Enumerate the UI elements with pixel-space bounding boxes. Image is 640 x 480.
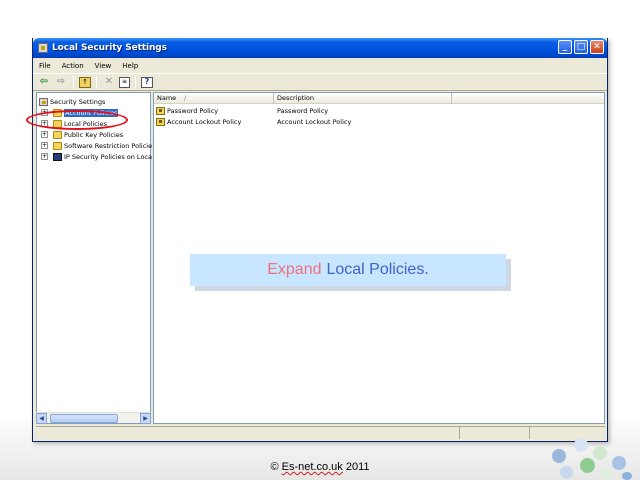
column-header-name[interactable]: Name / [154, 93, 274, 104]
scroll-right-icon[interactable]: ▶ [140, 412, 151, 424]
delete-icon[interactable]: ✕ [102, 75, 116, 89]
maximize-button[interactable]: □ [574, 40, 588, 54]
console-tree: Security Settings + Account Policies + L… [36, 92, 152, 424]
bubble-decoration [622, 472, 632, 480]
bubble-decoration [580, 458, 595, 473]
column-header-name-label: Name [157, 94, 177, 102]
menu-file[interactable]: File [39, 62, 51, 70]
toolbar-separator [96, 75, 97, 89]
forward-icon[interactable]: ⇨ [54, 75, 68, 89]
expand-icon[interactable]: + [41, 131, 48, 138]
menu-help[interactable]: Help [122, 62, 138, 70]
column-header-description[interactable]: Description [274, 93, 452, 104]
status-bar [36, 426, 605, 439]
tree-item-label: Software Restriction Policie [64, 141, 153, 150]
scroll-thumb[interactable] [50, 413, 118, 423]
tree-horizontal-scrollbar[interactable]: ◀ ▶ [36, 412, 151, 424]
list-item-description: Account Lockout Policy [277, 117, 352, 126]
bubble-decoration [593, 446, 607, 460]
sort-indicator: / [184, 94, 187, 102]
toolbar-separator [73, 75, 74, 89]
up-folder-icon[interactable]: ↑ [79, 76, 91, 88]
expand-icon[interactable]: + [41, 142, 48, 149]
tree-item-ip-security[interactable]: + IP Security Policies on Loca [41, 151, 152, 162]
ip-security-icon [53, 152, 62, 161]
local-security-settings-window: Local Security Settings _ □ ✕ File Actio… [32, 38, 608, 442]
tree-root[interactable]: Security Settings [39, 96, 105, 107]
tree-item-software-restriction[interactable]: + Software Restriction Policie [41, 140, 152, 151]
close-button[interactable]: ✕ [590, 40, 604, 54]
help-icon[interactable]: ? [141, 76, 153, 88]
bubble-decoration [552, 449, 566, 463]
folder-icon [53, 130, 62, 139]
list-header: Name / Description [154, 93, 604, 104]
status-cell [530, 427, 605, 439]
highlight-ellipse [26, 110, 128, 130]
policy-folder-icon [156, 117, 165, 126]
tree-item-label: Public Key Policies [64, 130, 124, 139]
window-title: Local Security Settings [52, 43, 167, 53]
bubble-decoration [612, 456, 626, 470]
list-item-password-policy[interactable]: Password Policy Password Policy [154, 105, 604, 116]
status-cell [36, 427, 460, 439]
status-cell [460, 427, 530, 439]
title-bar[interactable]: Local Security Settings _ □ ✕ [33, 38, 607, 58]
expand-icon[interactable]: + [41, 153, 48, 160]
callout-verb: Expand [267, 261, 322, 278]
menu-action[interactable]: Action [62, 62, 84, 70]
tree-item-label: IP Security Policies on Loca [64, 152, 152, 161]
tree-root-label: Security Settings [50, 97, 106, 106]
back-icon[interactable]: ⇦ [37, 75, 51, 89]
security-settings-icon [38, 43, 48, 53]
copyright-footer: © Es-net.co.uk 2011 [0, 461, 640, 473]
toolbar: ⇦ ⇨ ↑ ✕ ≡ ? [33, 73, 607, 91]
list-item-account-lockout-policy[interactable]: Account Lockout Policy Account Lockout P… [154, 116, 604, 127]
list-item-name: Account Lockout Policy [167, 117, 242, 126]
menu-bar: File Action View Help [33, 58, 607, 73]
folder-icon [53, 141, 62, 150]
list-item-name: Password Policy [167, 106, 219, 115]
column-header-description-label: Description [277, 94, 315, 102]
policy-folder-icon [156, 106, 165, 115]
scroll-left-icon[interactable]: ◀ [36, 412, 47, 424]
footer-year: 2011 [342, 461, 370, 473]
menu-view[interactable]: View [95, 62, 112, 70]
properties-icon[interactable]: ≡ [119, 76, 130, 88]
minimize-button[interactable]: _ [558, 40, 572, 54]
copyright-symbol: © [270, 461, 282, 473]
callout-target: Local Policies. [326, 261, 429, 278]
list-item-description: Password Policy [277, 106, 329, 115]
tree-item-public-key-policies[interactable]: + Public Key Policies [41, 129, 123, 140]
bubble-decoration [600, 468, 612, 480]
footer-domain: Es-net.co.uk [281, 461, 343, 473]
security-settings-icon [39, 97, 48, 106]
instruction-callout: Expand Local Policies. [190, 254, 506, 286]
bubble-decoration [560, 466, 573, 479]
toolbar-separator [135, 75, 136, 89]
column-header-blank [452, 93, 604, 104]
bubble-decoration [574, 438, 588, 452]
